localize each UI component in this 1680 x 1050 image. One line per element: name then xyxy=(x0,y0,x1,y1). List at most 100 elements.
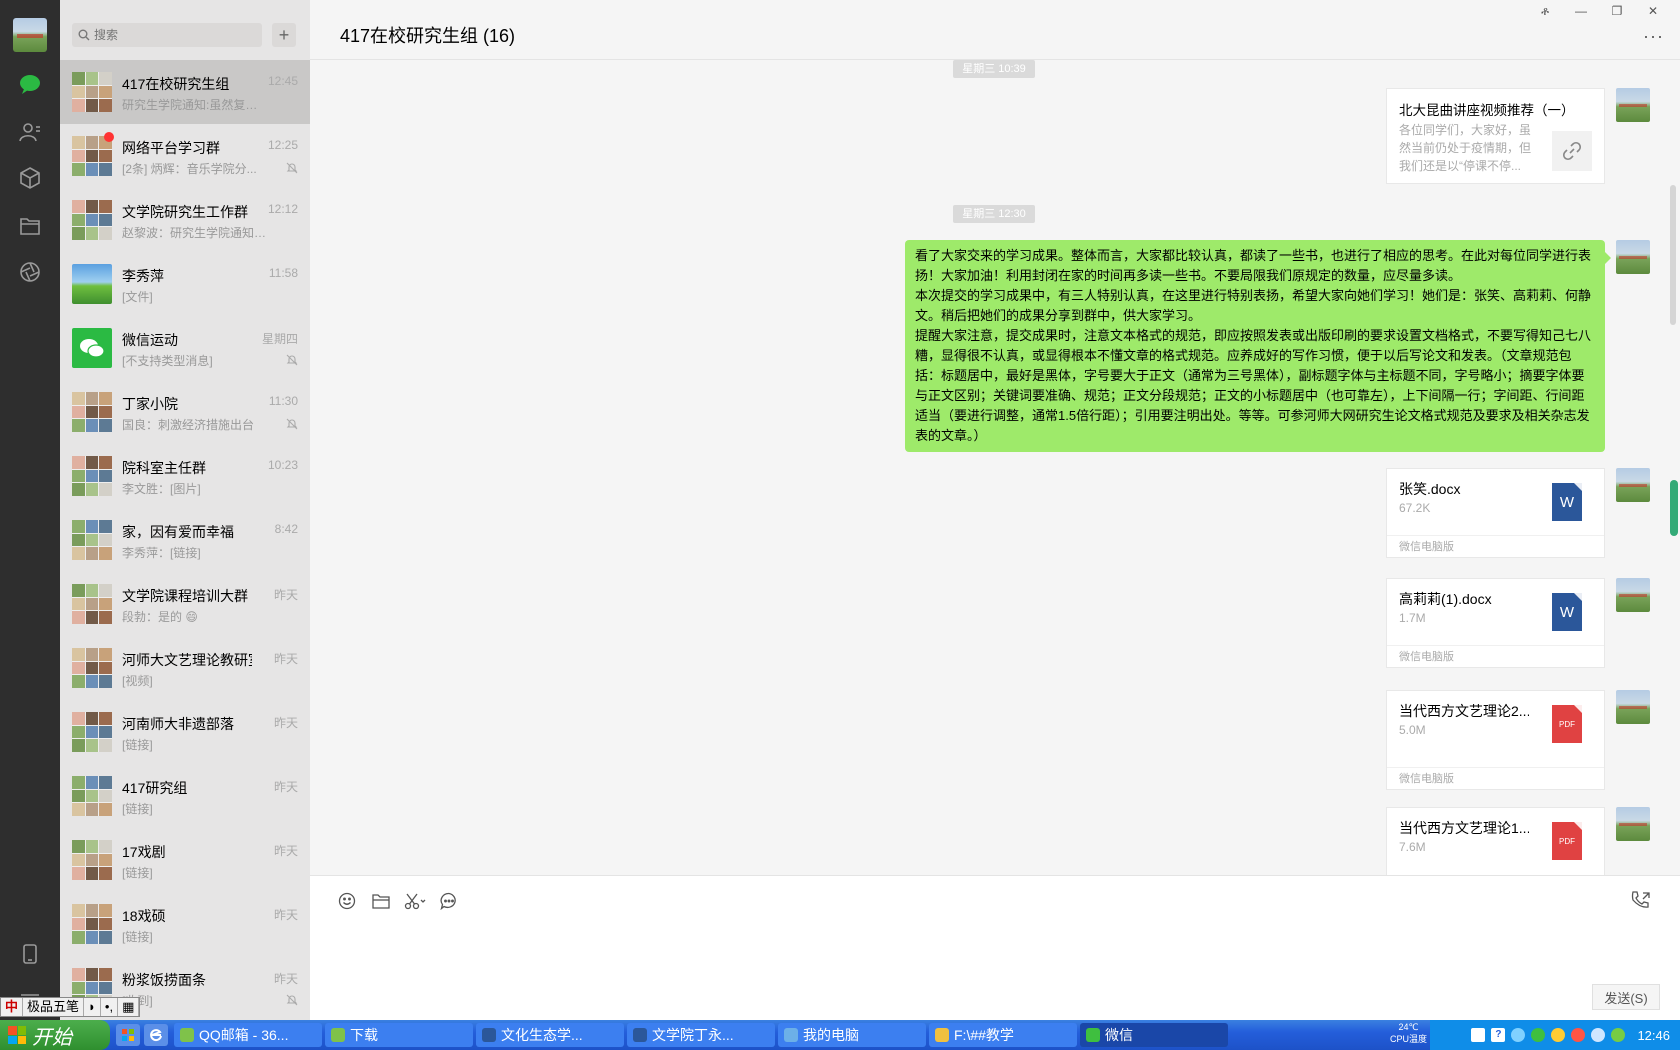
mute-icon xyxy=(286,994,298,1006)
conversation-item[interactable]: 家，因有爱而幸福 8:42 李秀萍：[链接] xyxy=(60,508,310,572)
sender-avatar[interactable] xyxy=(1616,468,1650,502)
emoji-icon[interactable] xyxy=(336,890,358,912)
conversation-name: 河师大文艺理论教研室 xyxy=(122,652,252,668)
chat-history-icon[interactable] xyxy=(438,890,460,912)
conversation-preview: [链接] xyxy=(122,738,153,752)
internet-explorer-icon[interactable] xyxy=(144,1024,168,1046)
phone-icon[interactable] xyxy=(18,942,42,966)
sender-avatar[interactable] xyxy=(1616,240,1650,274)
file-card[interactable]: 当代西方文艺理论1.... 7.6M PDF xyxy=(1386,807,1605,875)
conversation-item[interactable]: 微信运动 星期四 [不支持类型消息] xyxy=(60,316,310,380)
user-avatar[interactable] xyxy=(13,18,47,52)
file-source: 微信电脑版 xyxy=(1387,645,1604,667)
conversation-avatar xyxy=(72,648,112,688)
help-icon[interactable]: ? xyxy=(1491,1028,1506,1042)
message-input-area[interactable]: 发送(S) xyxy=(310,875,1680,1020)
conversation-item[interactable]: 18戏硕 昨天 [链接] xyxy=(60,892,310,956)
ime-mode[interactable]: 中 xyxy=(1,998,24,1016)
link-card[interactable]: 北大昆曲讲座视频推荐（一） 各位同学们，大家好，虽然当前仍处于疫情期，但我们还是… xyxy=(1386,88,1605,184)
search-input[interactable] xyxy=(94,28,254,42)
quick-launch-apps-icon[interactable] xyxy=(116,1024,140,1046)
send-button[interactable]: 发送(S) xyxy=(1592,984,1660,1010)
conversation-item[interactable]: 丁家小院 11:30 国良：刺激经济措施出台 xyxy=(60,380,310,444)
scroll-position-indicator[interactable] xyxy=(1670,480,1678,536)
ime-keyboard[interactable]: ▦ xyxy=(118,998,140,1016)
folder-icon[interactable] xyxy=(18,214,42,238)
minimize-button[interactable]: — xyxy=(1574,4,1588,19)
ime-shape[interactable]: ◗ xyxy=(84,998,101,1016)
volume-icon[interactable] xyxy=(1591,1028,1606,1042)
conversation-avatar xyxy=(72,136,112,176)
input-toolbar xyxy=(336,890,460,912)
message-scrollbar[interactable] xyxy=(1670,185,1676,325)
conversation-item[interactable]: 李秀萍 11:58 [文件] xyxy=(60,252,310,316)
start-button[interactable]: 开始 xyxy=(0,1020,110,1050)
conversation-item[interactable]: 河南师大非遗部落 昨天 [链接] xyxy=(60,700,310,764)
sender-avatar[interactable] xyxy=(1616,807,1650,841)
conversation-item[interactable]: 文学院研究生工作群 12:12 赵黎波：研究生学院通知:... xyxy=(60,188,310,252)
task-app-icon xyxy=(180,1028,194,1042)
conversation-item[interactable]: 17戏剧 昨天 [链接] xyxy=(60,828,310,892)
file-card[interactable]: 高莉莉(1).docx 1.7M W 微信电脑版 xyxy=(1386,578,1605,668)
conversation-list: + 417在校研究生组 12:45研究生学院通知:虽然复工... 网络平台学习群 12… xyxy=(60,0,310,1020)
message-paragraph: 看了大家交来的学习成果。整体而言，大家都比较认真，都读了一些书，也进行了相应的思… xyxy=(915,248,1592,283)
pdf-file-icon: PDF xyxy=(1552,705,1582,743)
search-box[interactable] xyxy=(72,23,262,47)
file-card[interactable]: 当代西方文艺理论2.... 5.0M PDF 微信电脑版 xyxy=(1386,690,1605,790)
conversation-avatar xyxy=(72,392,112,432)
conversation-time: 11:58 xyxy=(268,266,298,280)
network-icon[interactable] xyxy=(1511,1028,1526,1042)
taskbar-task[interactable]: 下载 xyxy=(325,1023,473,1047)
conversation-avatar xyxy=(72,200,112,240)
clock[interactable]: 12:46 xyxy=(1637,1028,1670,1043)
shield-icon[interactable] xyxy=(1611,1028,1626,1042)
taskbar-task[interactable]: 文化生态学... xyxy=(476,1023,624,1047)
plus-icon: + xyxy=(278,24,290,45)
conversation-item[interactable]: 417研究组 昨天 [链接] xyxy=(60,764,310,828)
conversation-item[interactable]: 网络平台学习群 12:25 [2条] 炳辉：音乐学院分... xyxy=(60,124,310,188)
send-file-icon[interactable] xyxy=(370,890,392,912)
taskbar: 开始 QQ邮箱 - 36... 下载 文化生态学... 文学院丁永... 我的电脑 F:\… xyxy=(0,1020,1680,1050)
taskbar-task[interactable]: 文学院丁永... xyxy=(627,1023,775,1047)
screenshot-icon[interactable] xyxy=(404,890,426,912)
ime-punct[interactable]: •, xyxy=(101,998,119,1016)
close-button[interactable]: ✕ xyxy=(1646,4,1660,19)
security-tray-icon[interactable] xyxy=(1571,1028,1586,1042)
conversation-item[interactable]: 文学院课程培训大群 昨天 段勃：是的 😄 xyxy=(60,572,310,636)
conversation-avatar xyxy=(72,776,112,816)
pin-button[interactable]: ቶ xyxy=(1538,4,1552,19)
contacts-icon[interactable] xyxy=(18,120,42,144)
word-file-icon: W xyxy=(1552,483,1582,521)
qq-tray-icon[interactable] xyxy=(1551,1028,1566,1042)
conversation-items: 417在校研究生组 12:45 研究生学院通知:虽然复工... 网络平台学习群 12:2… xyxy=(60,60,310,1020)
file-size: 5.0M xyxy=(1399,723,1426,737)
sender-avatar[interactable] xyxy=(1616,690,1650,724)
taskbar-task[interactable]: F:\##教学 xyxy=(929,1023,1077,1047)
file-card[interactable]: 张笑.docx 67.2K W 微信电脑版 xyxy=(1386,468,1605,558)
pdf-file-icon: PDF xyxy=(1552,822,1582,860)
conversation-item[interactable]: 河师大文艺理论教研室 昨天 [视频] xyxy=(60,636,310,700)
ime-name[interactable]: 极品五笔 xyxy=(23,998,85,1016)
sender-avatar[interactable] xyxy=(1616,88,1650,122)
wechat-tray-icon[interactable] xyxy=(1531,1028,1546,1042)
conversation-time: 昨天 xyxy=(273,716,298,730)
favorites-icon[interactable] xyxy=(18,166,42,190)
sender-avatar[interactable] xyxy=(1616,578,1650,612)
conversation-avatar xyxy=(72,520,112,560)
chat-icon[interactable] xyxy=(18,72,42,96)
start-label: 开始 xyxy=(32,1026,72,1049)
more-options-button[interactable]: ··· xyxy=(1643,26,1664,47)
taskbar-task[interactable]: QQ邮箱 - 36... xyxy=(174,1023,322,1047)
conversation-avatar xyxy=(72,72,112,112)
voice-call-icon[interactable] xyxy=(1630,890,1652,912)
tray-app-icon[interactable] xyxy=(1471,1028,1486,1042)
maximize-button[interactable]: ❐ xyxy=(1610,4,1624,19)
taskbar-task[interactable]: 我的电脑 xyxy=(778,1023,926,1047)
conversation-item[interactable]: 院科室主任群 10:23 李文胜：[图片] xyxy=(60,444,310,508)
conversation-item[interactable]: 417在校研究生组 12:45 研究生学院通知:虽然复工... xyxy=(60,60,310,124)
add-chat-button[interactable]: + xyxy=(272,23,296,47)
conversation-preview: [文件] xyxy=(122,290,153,304)
taskbar-task[interactable]: 微信 xyxy=(1080,1023,1228,1047)
text-message-bubble[interactable]: 看了大家交来的学习成果。整体而言，大家都比较认真，都读了一些书，也进行了相应的思… xyxy=(905,240,1611,452)
moments-icon[interactable] xyxy=(18,260,42,284)
